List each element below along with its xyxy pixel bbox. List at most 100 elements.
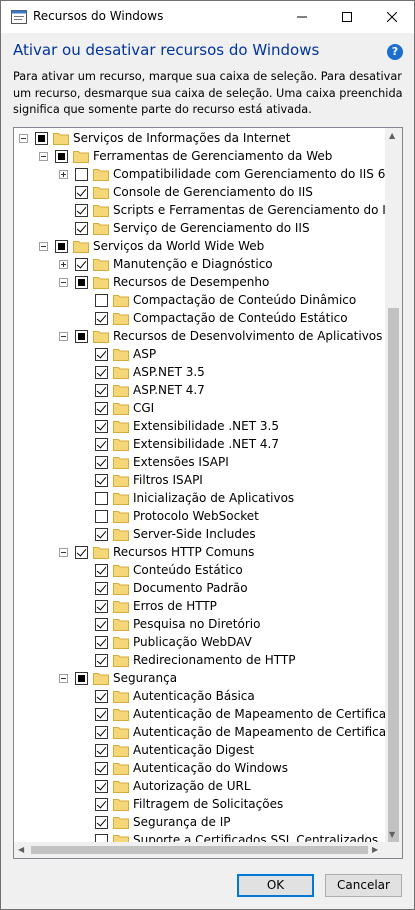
collapse-icon[interactable] [59,332,68,341]
tree-item[interactable]: Extensibilidade .NET 3.5 [14,418,385,436]
feature-checkbox[interactable] [95,690,108,703]
expand-icon[interactable] [59,260,68,269]
tree-item[interactable]: Compactação de Conteúdo Estático [14,310,385,328]
tree-item[interactable]: Server-Side Includes [14,526,385,544]
feature-checkbox[interactable] [95,618,108,631]
feature-checkbox[interactable] [95,726,108,739]
feature-checkbox[interactable] [95,708,108,721]
feature-checkbox[interactable] [75,672,88,685]
feature-checkbox[interactable] [95,510,108,523]
tree-item[interactable]: Manutenção e Diagnóstico [14,256,385,274]
collapse-icon[interactable] [59,548,68,557]
feature-checkbox[interactable] [75,258,88,271]
tree-item[interactable]: Autenticação Digest [14,742,385,760]
tree-item[interactable]: Serviços da World Wide Web [14,238,385,256]
feature-checkbox[interactable] [95,654,108,667]
tree-item[interactable]: Serviços de Informações da Internet [14,130,385,148]
horizontal-scrollbar[interactable]: ◀ ▶ [14,842,385,858]
feature-checkbox[interactable] [55,150,68,163]
tree-item[interactable]: Console de Gerenciamento do IIS [14,184,385,202]
help-icon[interactable]: ? [387,44,403,60]
tree-item[interactable]: Recursos de Desempenho [14,274,385,292]
close-button[interactable] [369,1,414,33]
feature-checkbox[interactable] [95,762,108,775]
scroll-left-icon[interactable]: ◀ [18,845,24,854]
feature-checkbox[interactable] [95,582,108,595]
tree-item[interactable]: Recursos de Desenvolvimento de Aplicativ… [14,328,385,346]
ok-button[interactable]: OK [237,874,314,897]
tree-item[interactable]: Protocolo WebSocket [14,508,385,526]
feature-checkbox[interactable] [95,600,108,613]
tree-item[interactable]: Extensões ISAPI [14,454,385,472]
feature-checkbox[interactable] [75,222,88,235]
collapse-icon[interactable] [39,242,48,251]
collapse-icon[interactable] [59,278,68,287]
tree-item[interactable]: Filtragem de Solicitações [14,796,385,814]
feature-checkbox[interactable] [95,312,108,325]
tree-item[interactable]: Ferramentas de Gerenciamento da Web [14,148,385,166]
tree-item[interactable]: Scripts e Ferramentas de Gerenciamento d… [14,202,385,220]
feature-checkbox[interactable] [95,834,108,842]
collapse-icon[interactable] [19,134,28,143]
tree-item[interactable]: Suporte a Certificados SSL Centralizados [14,832,385,842]
feature-checkbox[interactable] [75,330,88,343]
feature-checkbox[interactable] [95,438,108,451]
collapse-icon[interactable] [59,674,68,683]
scroll-up-icon[interactable]: ▲ [389,131,395,140]
horizontal-scroll-thumb[interactable] [31,846,368,854]
tree-item[interactable]: Autorização de URL [14,778,385,796]
tree-item[interactable]: Compactação de Conteúdo Dinâmico [14,292,385,310]
tree-item[interactable]: Publicação WebDAV [14,634,385,652]
tree-item[interactable]: Serviço de Gerenciamento do IIS [14,220,385,238]
tree-item[interactable]: Conteúdo Estático [14,562,385,580]
tree-item[interactable]: ASP [14,346,385,364]
tree-item[interactable]: Autenticação de Mapeamento de Certificad… [14,706,385,724]
tree-item[interactable]: Erros de HTTP [14,598,385,616]
tree-item[interactable]: Autenticação do Windows [14,760,385,778]
feature-checkbox[interactable] [75,204,88,217]
tree-item[interactable]: Filtros ISAPI [14,472,385,490]
feature-checkbox[interactable] [95,780,108,793]
cancel-button[interactable]: Cancelar [325,874,402,897]
feature-checkbox[interactable] [95,474,108,487]
feature-checkbox[interactable] [95,456,108,469]
feature-checkbox[interactable] [95,636,108,649]
feature-checkbox[interactable] [95,384,108,397]
feature-checkbox[interactable] [95,402,108,415]
feature-checkbox[interactable] [75,276,88,289]
tree-item[interactable]: ASP.NET 3.5 [14,364,385,382]
feature-checkbox[interactable] [35,132,48,145]
tree-item[interactable]: Autenticação de Mapeamento de Certificad… [14,724,385,742]
scroll-down-icon[interactable]: ▼ [389,830,395,839]
feature-checkbox[interactable] [95,816,108,829]
tree-item[interactable]: Recursos HTTP Comuns [14,544,385,562]
feature-checkbox[interactable] [75,546,88,559]
minimize-button[interactable] [279,1,325,33]
feature-checkbox[interactable] [95,366,108,379]
collapse-icon[interactable] [39,152,48,161]
vertical-scroll-thumb[interactable] [388,308,399,842]
feature-checkbox[interactable] [95,564,108,577]
tree-item[interactable]: Extensibilidade .NET 4.7 [14,436,385,454]
tree-item[interactable]: Documento Padrão [14,580,385,598]
tree-item[interactable]: Inicialização de Aplicativos [14,490,385,508]
feature-checkbox[interactable] [95,528,108,541]
feature-checkbox[interactable] [95,492,108,505]
feature-checkbox[interactable] [95,798,108,811]
vertical-scrollbar[interactable]: ▲ ▼ [385,128,402,842]
feature-checkbox[interactable] [55,240,68,253]
tree-item[interactable]: ASP.NET 4.7 [14,382,385,400]
tree-item[interactable]: CGI [14,400,385,418]
feature-checkbox[interactable] [95,420,108,433]
tree-item[interactable]: Compatibilidade com Gerenciamento do IIS… [14,166,385,184]
feature-checkbox[interactable] [95,348,108,361]
feature-checkbox[interactable] [75,186,88,199]
expand-icon[interactable] [59,170,68,179]
tree-item[interactable]: Segurança de IP [14,814,385,832]
tree-item[interactable]: Segurança [14,670,385,688]
feature-checkbox[interactable] [75,168,88,181]
feature-checkbox[interactable] [95,294,108,307]
feature-checkbox[interactable] [95,744,108,757]
scroll-right-icon[interactable]: ▶ [372,845,378,854]
tree-item[interactable]: Redirecionamento de HTTP [14,652,385,670]
